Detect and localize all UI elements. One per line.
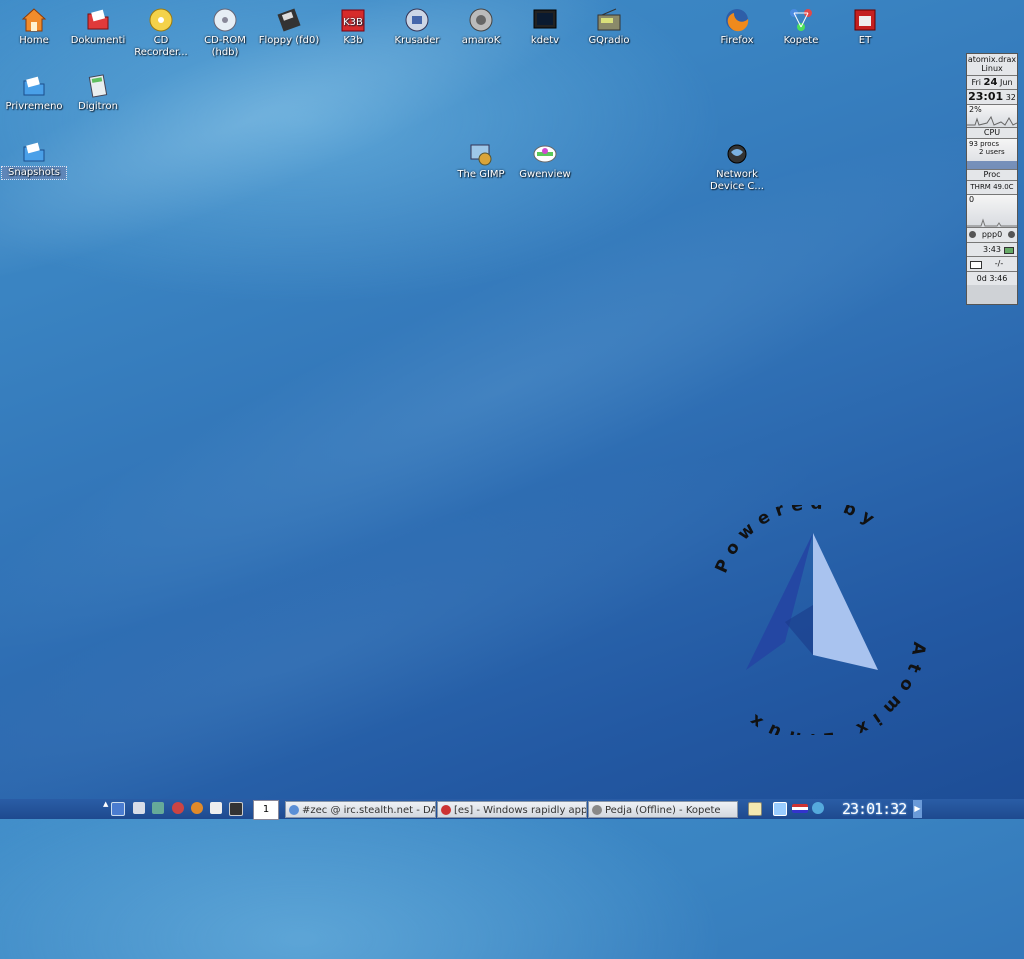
task-button-browser[interactable]: [es] - Windows rapidly appr (437, 801, 587, 818)
proc-graph: 93 procs 2 users (967, 139, 1017, 170)
task-button-irc[interactable]: #zec @ irc.stealth.net - DA (285, 801, 436, 818)
desktop-icon-amarok[interactable]: amaroK (449, 7, 513, 47)
irc-icon (289, 805, 299, 815)
cpu-label: CPU (967, 128, 1017, 139)
net-tx-led-icon (1008, 231, 1015, 238)
mail-row[interactable]: -/- (967, 257, 1017, 272)
floppy-icon (277, 8, 301, 32)
cpu-graph: 2% (967, 105, 1017, 128)
network-icon (727, 144, 747, 164)
kmenu-icon[interactable] (111, 802, 125, 816)
folder-icon (23, 142, 45, 162)
et-icon (854, 9, 876, 31)
desktop-icon-network-device[interactable]: Network Device C... (705, 141, 769, 193)
monitor-time: 23:01 32 (967, 90, 1017, 105)
atomix-logo: Powered by Atomix Linux (712, 505, 922, 735)
keyboard-layout-flag-icon[interactable] (792, 804, 808, 813)
desktop-icon-gwenview[interactable]: Gwenview (513, 141, 577, 181)
opera-launcher-icon[interactable] (172, 802, 184, 814)
desktop-icon-kopete[interactable]: Kopete (769, 7, 833, 47)
monitor-launcher-icon[interactable] (229, 802, 243, 816)
desktop-show-icon[interactable] (133, 802, 145, 814)
opera-icon (441, 805, 451, 815)
desktop-icon-cd-rom[interactable]: CD-ROM (hdb) (193, 7, 257, 59)
desktop-icon-floppy[interactable]: Floppy (fd0) (257, 7, 321, 47)
krusader-icon (405, 8, 429, 32)
desktop-icon-k3b[interactable]: K3B K3b (321, 7, 385, 47)
mail-icon (970, 261, 982, 269)
k3b-icon: K3B (341, 9, 365, 32)
desktop-icon-snapshots[interactable]: Snapshots (1, 139, 67, 180)
monitor-date: Fri 24 Jun (967, 76, 1017, 90)
desktop-icon-home[interactable]: Home (2, 7, 66, 47)
desktop-pager[interactable]: 1 (253, 800, 279, 820)
radio-icon (597, 8, 621, 31)
desktop-icon-privremeno[interactable]: Privremeno (2, 73, 66, 113)
battery-row: 3:43 (967, 243, 1017, 257)
task-button-kopete[interactable]: Pedja (Offline) - Kopete (588, 801, 738, 818)
monitor-host: atomix.drax Linux (967, 54, 1017, 76)
panel-hide-arrow-icon[interactable]: ▲ (103, 800, 108, 808)
net-graph-lines (967, 218, 1017, 227)
desktop-icon-dokumenti[interactable]: Dokumenti (66, 7, 130, 47)
folder-icon (87, 9, 109, 30)
desktop-icon-cd-recorder[interactable]: CD Recorder... (129, 7, 193, 59)
uptime-row: 0d 3:46 (967, 272, 1017, 285)
calculator-icon (88, 74, 108, 98)
gwenview-icon (533, 145, 557, 163)
net-graph: 0 (967, 195, 1017, 228)
terminal-launcher-icon[interactable] (152, 802, 164, 814)
net-rx-led-icon (969, 231, 976, 238)
net-label[interactable]: ppp0 (967, 228, 1017, 243)
cpu-graph-lines (967, 115, 1017, 126)
editor-launcher-icon[interactable] (210, 802, 222, 814)
folder-icon (23, 76, 45, 96)
kopete-tray-icon[interactable] (812, 802, 824, 814)
network-tray-icon[interactable] (773, 802, 787, 816)
desktop-icon-krusader[interactable]: Krusader (385, 7, 449, 47)
logo-left-wing (746, 533, 813, 670)
desktop-icon-gimp[interactable]: The GIMP (449, 141, 513, 181)
battery-icon (1004, 247, 1014, 254)
kopete-icon (592, 805, 602, 815)
desktop-icon-digitron[interactable]: Digitron (66, 73, 130, 113)
system-monitor: atomix.drax Linux Fri 24 Jun 23:01 32 2%… (966, 53, 1018, 305)
gimp-icon (470, 144, 492, 166)
firefox-icon (726, 9, 749, 32)
cd-rom-icon (213, 8, 237, 32)
logo-right-wing (813, 533, 878, 670)
desktop-icon-firefox[interactable]: Firefox (705, 7, 769, 47)
thermal-row: THRM 49.0C (967, 181, 1017, 195)
tv-icon (533, 9, 557, 29)
taskbar-clock[interactable]: 23:01:32 (842, 800, 912, 819)
desktop-icon-kdetv[interactable]: kdetv (513, 7, 577, 47)
panel-expand-arrow-icon[interactable]: ▶ (913, 800, 922, 818)
proc-label: Proc (967, 170, 1017, 181)
firefox-launcher-icon[interactable] (191, 802, 203, 814)
klipper-tray-icon[interactable] (748, 802, 762, 816)
svg-text:K3B: K3B (343, 17, 363, 28)
home-icon (21, 8, 47, 32)
kopete-icon (790, 9, 812, 31)
amarok-icon (469, 8, 493, 32)
cd-burner-icon (149, 8, 173, 32)
desktop-icon-et[interactable]: ET (833, 7, 897, 47)
desktop-icon-gqradio[interactable]: GQradio (577, 7, 641, 47)
